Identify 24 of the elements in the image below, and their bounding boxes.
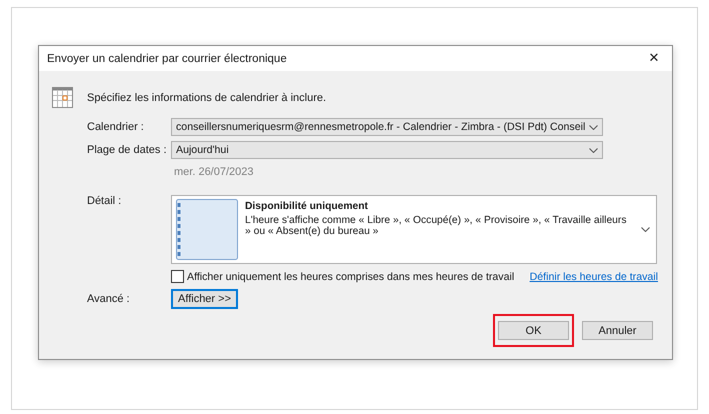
advanced-label: Avancé :	[87, 293, 131, 305]
chevron-down-icon	[589, 148, 598, 152]
checkbox[interactable]	[171, 270, 184, 283]
detail-description: L'heure s'affiche comme « Libre », « Occupé(e) », « Provisoire », « Travaille ailleurs » ou « Absent(e) du bureau »	[245, 215, 628, 237]
calendar-label: Calendrier :	[87, 121, 145, 133]
detail-title: Disponibilité uniquement	[245, 201, 369, 212]
detail-label: Détail :	[87, 195, 122, 207]
close-button[interactable]: ✕	[636, 46, 672, 71]
availability-icon	[176, 199, 238, 260]
show-button[interactable]: Afficher >>	[171, 289, 238, 309]
chevron-down-icon	[641, 227, 650, 232]
instruction-text: Spécifiez les informations de calendrier à inclure.	[87, 92, 326, 104]
date-range-label: Plage de dates :	[87, 144, 168, 156]
calendar-icon	[52, 87, 73, 108]
detail-dropdown[interactable]: Disponibilité uniquement L'heure s'affiche comme « Libre », « Occupé(e) », « Provisoire », « Travaille ailleurs » ou « Absent(e) du bureau »	[171, 195, 657, 264]
dialog-button[interactable]: Annuler	[582, 321, 653, 340]
date-range-dropdown[interactable]: Aujourd'hui	[171, 141, 603, 159]
checkbox-label: Afficher uniquement les heures comprises dans mes heures de travail	[187, 270, 514, 282]
work-hours-link[interactable]: Définir les heures de travail	[530, 270, 658, 282]
dialog-button[interactable]: OK	[498, 321, 569, 340]
calendar-dropdown[interactable]: conseillersnumeriquesrm@rennesmetropole.fr - Calendrier - Zimbra - (DSI Pdt) Conseil	[171, 118, 603, 136]
chevron-down-icon	[589, 124, 598, 130]
window-title: Envoyer un calendrier par courrier électronique	[47, 52, 287, 64]
date-text: mer. 26/07/2023	[173, 166, 254, 178]
